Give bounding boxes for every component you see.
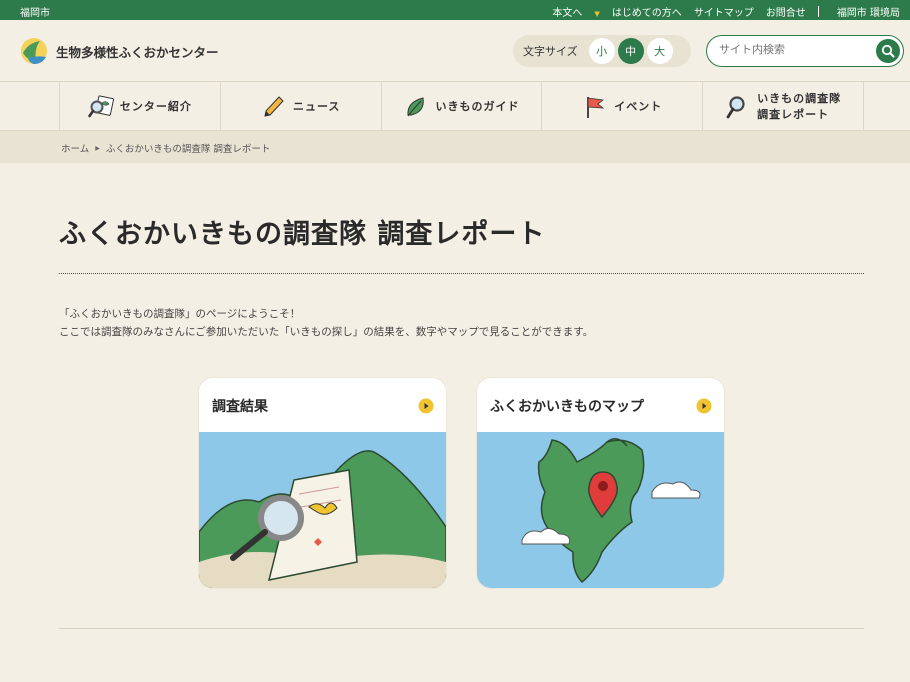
global-nav-items: センター紹介 ニュース いきものガイド イベント いきもの調査隊 調査レポート — [59, 82, 864, 131]
skip-to-content-link[interactable]: 本文へ ▼ — [540, 4, 599, 19]
page-title: ふくおかいきもの調査隊 調査レポート — [59, 219, 546, 250]
map-illustration — [477, 432, 724, 588]
divider — [817, 6, 819, 17]
nav-label-center: センター紹介 — [119, 99, 192, 113]
magnifier-icon — [726, 95, 745, 118]
font-size-medium-button[interactable]: 中 — [617, 38, 644, 64]
breadcrumb-current: ふくおかいきもの調査隊 調査レポート — [105, 144, 271, 155]
utility-links: 本文へ ▼ はじめての方へ サイトマップ お問合せ 福岡市 環境局 — [528, 4, 900, 19]
nav-item-center[interactable]: センター紹介 — [60, 82, 221, 131]
flag-icon — [587, 96, 605, 118]
chevron-right-icon: ▶ — [95, 144, 100, 152]
caret-down-icon: ▼ — [594, 10, 600, 18]
nav-label-report-line1: いきもの調査隊 — [757, 91, 842, 105]
card-title: 調査結果 — [212, 399, 268, 415]
magnifier-leaf-icon — [88, 94, 114, 117]
creature-map-card[interactable]: ふくおかいきものマップ — [477, 378, 724, 588]
intro-line-2: ここでは調査隊のみなさんにご参加いただいた「いきもの探し」の結果を、数字やマップ… — [59, 326, 594, 338]
arrow-circle-icon — [696, 398, 712, 414]
nav-label-news: ニュース — [292, 99, 341, 113]
nav-label-event: イベント — [614, 99, 663, 113]
contact-link[interactable]: お問合せ — [766, 4, 806, 19]
card-title: ふくおかいきものマップ — [490, 399, 644, 415]
font-size-small-button[interactable]: 小 — [588, 38, 615, 64]
global-nav: センター紹介 ニュース いきものガイド イベント いきもの調査隊 調査レポート — [0, 81, 910, 131]
site-search — [706, 35, 904, 67]
intro-text: 「ふくおかいきもの調査隊」のページにようこそ！ ここでは調査隊のみなさんにご参加… — [59, 305, 593, 341]
search-input[interactable] — [719, 43, 869, 56]
nav-label-report: いきもの調査隊 調査レポート — [757, 91, 841, 123]
nav-item-guide[interactable]: いきものガイド — [382, 82, 543, 131]
font-size-large-button[interactable]: 大 — [646, 38, 673, 64]
font-size-label: 文字サイズ — [523, 45, 578, 58]
site-header: 生物多様性ふくおかセンター 文字サイズ 小 中 大 — [0, 20, 910, 81]
search-icon — [881, 44, 895, 58]
arrow-circle-icon — [418, 398, 434, 414]
site-logo[interactable]: 生物多様性ふくおかセンター — [20, 37, 219, 65]
nav-label-report-line2: 調査レポート — [757, 107, 830, 121]
top-utility-bar: 福岡市 本文へ ▼ はじめての方へ サイトマップ お問合せ 福岡市 環境局 — [0, 0, 910, 20]
sitemap-link[interactable]: サイトマップ — [694, 4, 754, 19]
nav-item-event[interactable]: イベント — [542, 82, 704, 131]
skip-to-content-label: 本文へ — [552, 8, 583, 19]
nav-item-news[interactable]: ニュース — [221, 82, 382, 131]
nav-label-guide: いきものガイド — [435, 99, 520, 113]
footer-divider — [59, 628, 864, 629]
font-size-switcher: 文字サイズ 小 中 大 — [513, 35, 691, 67]
city-link[interactable]: 福岡市 — [20, 4, 50, 19]
leaf-icon — [407, 96, 425, 116]
title-divider — [59, 273, 864, 274]
site-name: 生物多様性ふくおかセンター — [56, 44, 219, 60]
survey-results-card[interactable]: 調査結果 — [199, 378, 446, 588]
survey-illustration — [199, 432, 446, 588]
pencil-icon — [264, 95, 284, 117]
search-button[interactable] — [876, 39, 900, 63]
intro-line-1: 「ふくおかいきもの調査隊」のページにようこそ！ — [59, 308, 301, 320]
breadcrumb: ホーム ▶ ふくおかいきもの調査隊 調査レポート — [0, 131, 910, 163]
bureau-link[interactable]: 福岡市 環境局 — [837, 4, 900, 19]
breadcrumb-home[interactable]: ホーム — [61, 141, 89, 155]
first-visit-link[interactable]: はじめての方へ — [612, 4, 682, 19]
nav-item-report[interactable]: いきもの調査隊 調査レポート — [703, 82, 864, 131]
logo-icon — [21, 38, 47, 64]
